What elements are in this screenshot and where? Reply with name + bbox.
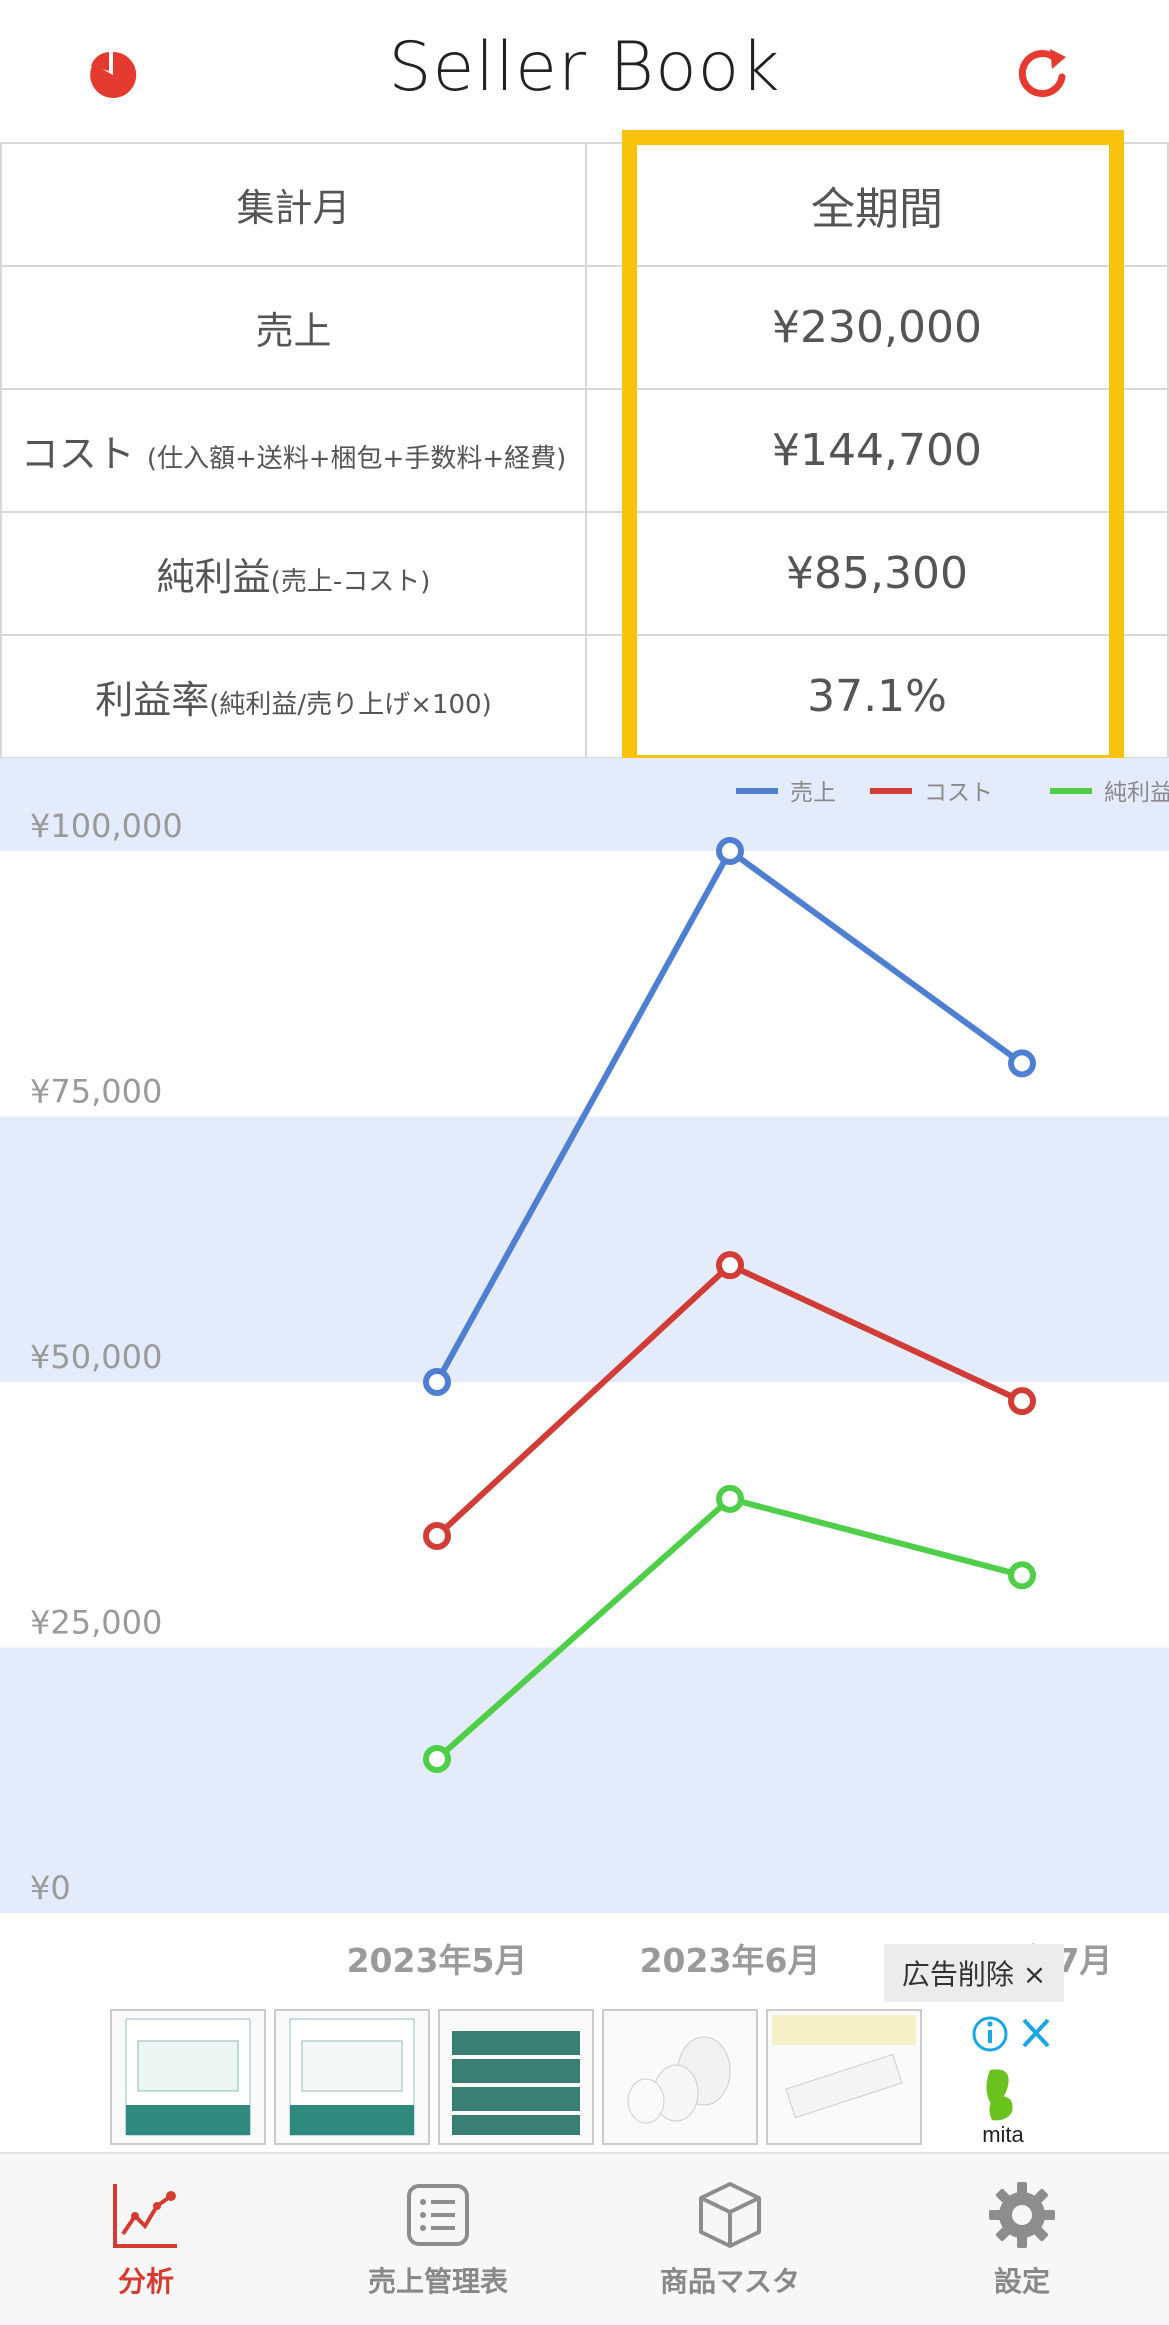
gear-icon [987, 2180, 1057, 2250]
tab-label: 設定 [993, 2265, 1050, 2298]
row-label: 純利益 [156, 555, 271, 599]
remove-ad-button[interactable]: 広告削除 × [884, 1944, 1064, 2002]
info-icon [972, 2016, 1008, 2052]
summary-label: 売上 [0, 265, 587, 390]
summary-value: 37.1% [585, 634, 1169, 759]
y-tick-label: ¥0 [30, 1869, 71, 1907]
y-tick-label: ¥100,000 [30, 807, 183, 845]
row-label: コスト [20, 432, 135, 476]
tab-label: 商品マスタ [659, 2265, 800, 2298]
row-sublabel: (売上-コスト) [270, 567, 431, 597]
x-tick-label: 2023年5月 [347, 1941, 528, 1980]
summary-header-label: 集計月 [0, 142, 587, 267]
summary-value: ¥85,300 [585, 511, 1169, 636]
ad-product-image[interactable] [438, 2009, 594, 2145]
summary-row-sales: 売上 ¥230,000 [0, 265, 1169, 390]
summary-row-margin: 利益率(純利益/売り上げ×100) 37.1% [0, 634, 1169, 759]
tab-analysis[interactable]: 分析 [0, 2154, 292, 2325]
data-point [716, 1484, 744, 1513]
summary-label: 利益率(純利益/売り上げ×100) [0, 634, 587, 759]
data-point [716, 837, 744, 865]
chart-icon [111, 2180, 181, 2250]
close-icon [1022, 2018, 1050, 2048]
row-label: 売上 [255, 309, 332, 353]
legend-label: コスト [924, 780, 993, 806]
summary-value: ¥230,000 [585, 265, 1169, 390]
y-tick-label: ¥50,000 [30, 1338, 162, 1376]
data-point [1008, 1049, 1036, 1078]
legend-label: 純利益 [1104, 780, 1169, 806]
data-point [423, 1521, 451, 1550]
row-sublabel: (仕入額+送料+梱包+手数料+経費) [146, 444, 567, 474]
ad-brand-name: mita [982, 2122, 1024, 2147]
ad-product-image[interactable] [274, 2009, 430, 2145]
data-point [423, 1745, 451, 1774]
bottom-nav: 分析 売上管理表 商品マスタ 設定 [0, 2152, 1169, 2325]
ad-product-image[interactable] [602, 2009, 758, 2145]
ad-product-image[interactable] [110, 2009, 266, 2145]
data-point [423, 1368, 451, 1396]
data-point [1008, 1387, 1036, 1416]
data-point [716, 1251, 744, 1280]
list-icon [403, 2180, 473, 2250]
summary-row-profit: 純利益(売上-コスト) ¥85,300 [0, 511, 1169, 636]
data-point [1008, 1561, 1036, 1590]
ad-banner[interactable]: mita [108, 2006, 1064, 2148]
ad-product-image[interactable] [766, 2009, 922, 2145]
row-sublabel: (純利益/売り上げ×100) [209, 690, 492, 720]
period-selector[interactable]: 全期間 [585, 142, 1169, 267]
app-header: Seller Book [0, 0, 1169, 142]
summary-row-cost: コスト (仕入額+送料+梱包+手数料+経費) ¥144,700 [0, 388, 1169, 513]
row-label: 利益率 [95, 678, 210, 722]
summary-value: ¥144,700 [585, 388, 1169, 513]
chart-band [0, 1116, 1169, 1382]
summary-header-row: 集計月 全期間 [0, 142, 1169, 267]
tab-settings[interactable]: 設定 [876, 2154, 1168, 2325]
y-tick-label: ¥25,000 [30, 1604, 162, 1642]
chart-band [0, 1647, 1169, 1913]
app-title: Seller Book [388, 28, 781, 107]
tab-label: 売上管理表 [367, 2265, 508, 2298]
box-icon [695, 2180, 765, 2250]
x-tick-label: 2023年6月 [640, 1941, 821, 1980]
y-tick-label: ¥75,000 [30, 1073, 162, 1111]
chart-svg: ¥100,000 ¥75,000 ¥50,000 ¥25,000 ¥0 2023年5月 20… [0, 758, 1169, 1980]
legend-label: 売上 [790, 780, 836, 806]
ad-brand-area: mita [968, 2006, 1064, 2148]
tab-label: 分析 [117, 2265, 174, 2298]
line-chart: ¥100,000 ¥75,000 ¥50,000 ¥25,000 ¥0 2023年5月 20… [0, 758, 1169, 2000]
tab-sales-sheet[interactable]: 売上管理表 [292, 2154, 584, 2325]
summary-table: 集計月 全期間 売上 ¥230,000 コスト (仕入額+送料+梱包+手数料+経… [0, 142, 1169, 759]
summary-label: コスト (仕入額+送料+梱包+手数料+経費) [0, 388, 587, 513]
refresh-icon[interactable] [1009, 40, 1079, 110]
summary-label: 純利益(売上-コスト) [0, 511, 587, 636]
tab-products[interactable]: 商品マスタ [584, 2154, 876, 2325]
